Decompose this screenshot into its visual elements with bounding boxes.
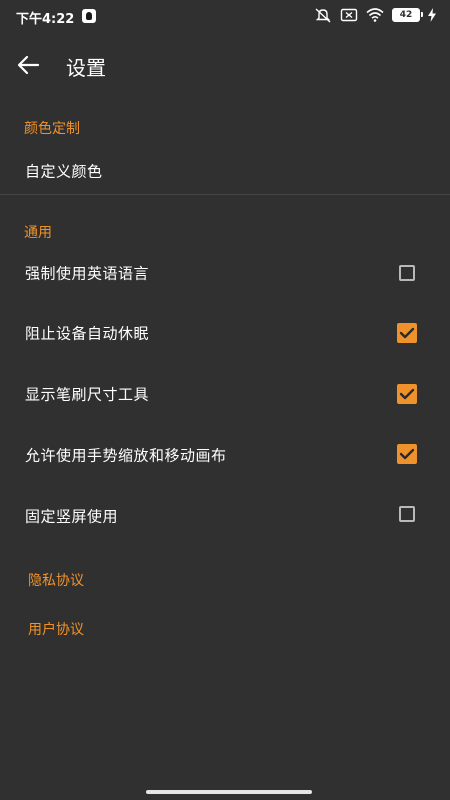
setting-label: 阻止设备自动休眠 [25,324,150,343]
status-time: 下午4:22 [16,12,75,27]
back-arrow-icon[interactable] [14,52,42,78]
section-header-color: 颜色定制 [24,121,80,137]
fixed-portrait-checkbox[interactable] [399,506,415,522]
setting-fixed-portrait[interactable]: 固定竖屏使用 [0,488,450,544]
privacy-policy-link[interactable]: 隐私协议 [28,570,84,590]
setting-label: 强制使用英语语言 [25,264,150,283]
battery-icon: 42 [392,8,423,22]
home-indicator[interactable] [146,790,312,794]
checkmark-icon [399,327,415,339]
user-agreement-link[interactable]: 用户协议 [28,619,84,639]
app-bar: 设置 [0,40,450,90]
setting-force-english[interactable]: 强制使用英语语言 [0,245,450,301]
setting-brush-size-tool[interactable]: 显示笔刷尺寸工具 [0,366,450,422]
charging-icon [428,8,436,22]
setting-label: 允许使用手势缩放和移动画布 [25,446,227,465]
settings-screen: 下午4:22 42 设置 颜色定制 自定义颜色 通用 强制使用英语语言 阻止设备… [0,0,450,800]
prevent-sleep-checkbox[interactable] [397,323,417,343]
sim-off-icon [340,8,358,22]
brush-size-tool-checkbox[interactable] [397,384,417,404]
setting-label: 显示笔刷尺寸工具 [25,385,150,404]
checkmark-icon [399,448,415,460]
setting-label: 固定竖屏使用 [25,507,119,526]
status-bar: 下午4:22 42 [0,0,450,32]
setting-prevent-sleep[interactable]: 阻止设备自动休眠 [0,305,450,361]
custom-color-item[interactable]: 自定义颜色 [0,143,450,199]
custom-color-label: 自定义颜色 [25,162,103,181]
wifi-icon [366,8,384,22]
section-divider [0,194,450,195]
mute-icon [315,8,331,23]
qq-icon [82,9,96,23]
section-header-general: 通用 [24,225,52,241]
force-english-checkbox[interactable] [399,265,415,281]
status-icons: 42 [314,7,436,23]
checkmark-icon [399,388,415,400]
setting-gesture-zoom[interactable]: 允许使用手势缩放和移动画布 [0,427,450,483]
page-title: 设置 [66,56,106,80]
gesture-zoom-checkbox[interactable] [397,444,417,464]
